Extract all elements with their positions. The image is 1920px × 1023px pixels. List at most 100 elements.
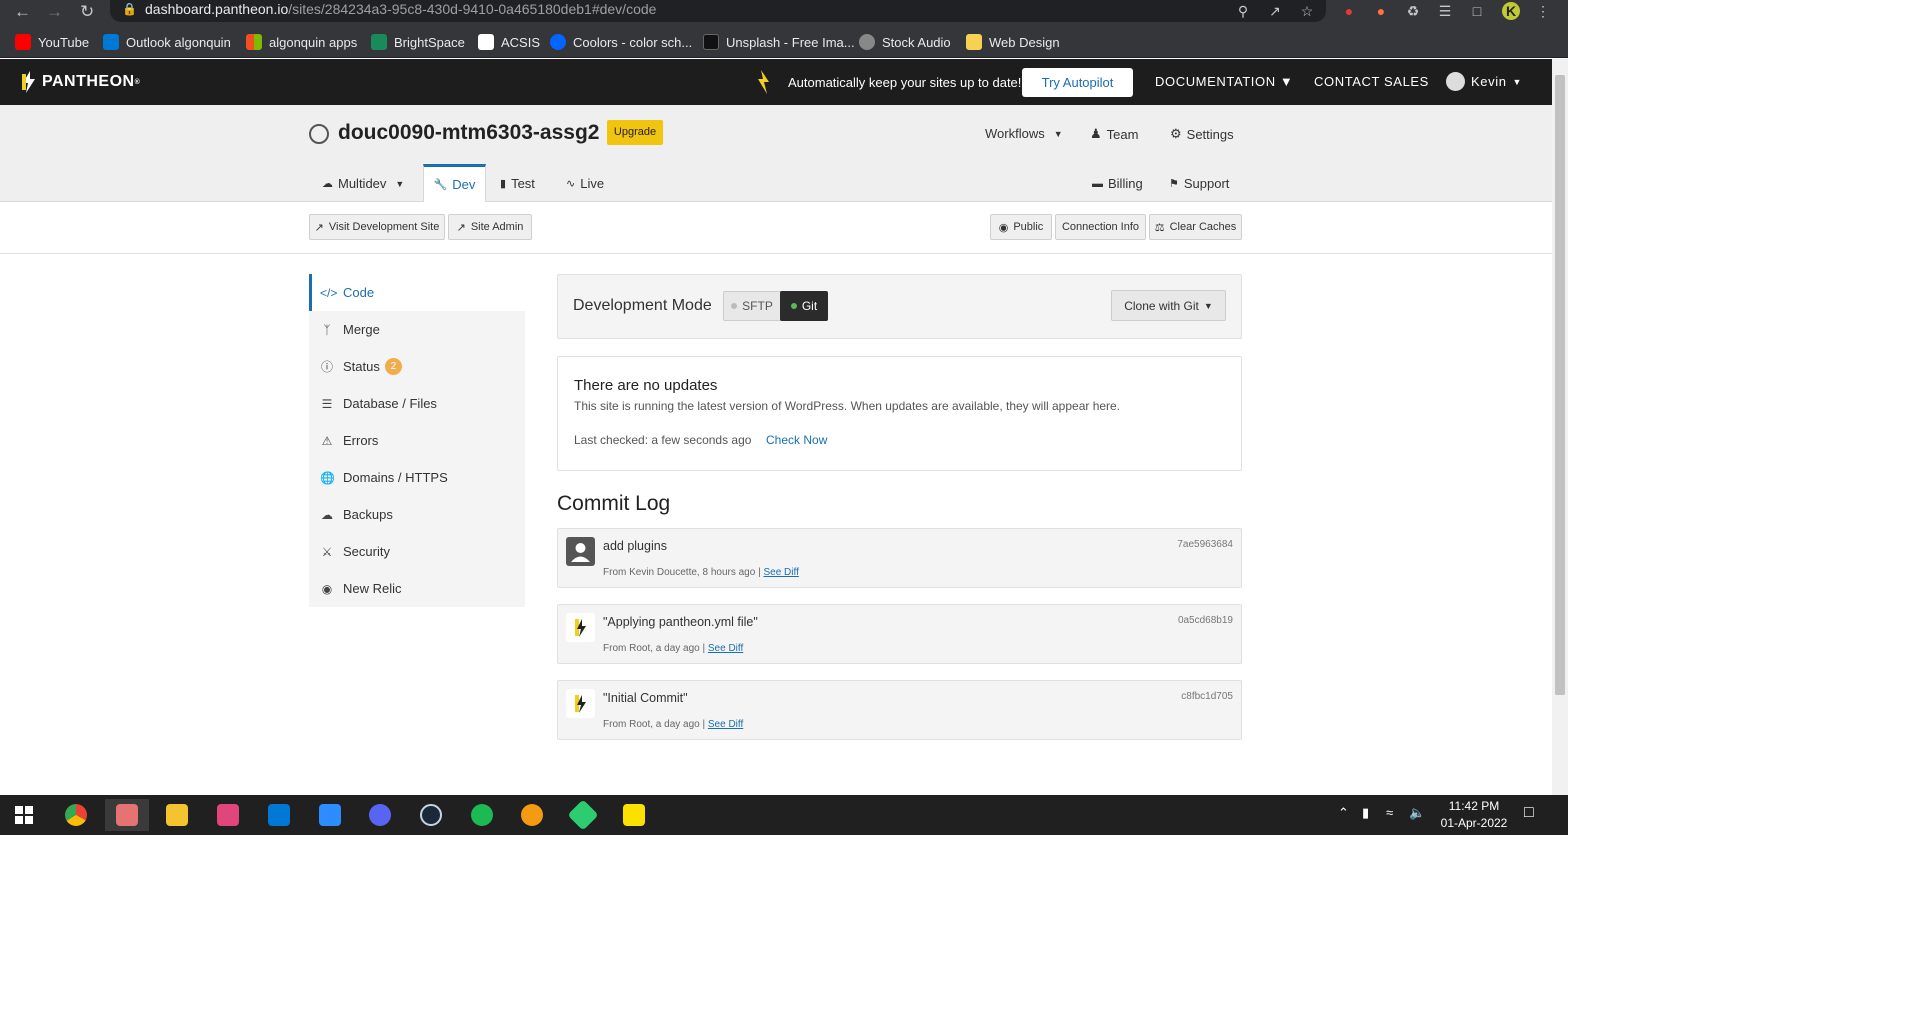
url-path: /sites/284234a3-95c8-430d-9410-0a465180d… <box>288 1 657 17</box>
extensions-puzzle-icon[interactable]: ♻ <box>1404 2 1422 20</box>
connection-info-button[interactable]: Connection Info <box>1055 214 1146 240</box>
sftp-option[interactable]: SFTP <box>724 292 780 320</box>
zoom-icon[interactable]: ⚲ <box>1234 2 1252 20</box>
notifications-icon[interactable]: □ <box>1524 804 1534 822</box>
extension-red-icon[interactable]: ● <box>1340 2 1358 20</box>
commit-hash: 0a5cd68b19 <box>1177 615 1233 626</box>
bookmark-star-icon[interactable]: ☆ <box>1298 2 1316 20</box>
taskbar-steam[interactable] <box>409 799 453 831</box>
tab-test[interactable]: ▮ Test <box>500 165 535 202</box>
updates-description: This site is running the latest version … <box>574 399 1121 413</box>
bookmark-stock-audio[interactable]: Stock Audio <box>859 33 951 51</box>
bookmark-label: Coolors - color sch... <box>573 34 693 50</box>
commit-message: "Initial Commit" <box>603 691 688 705</box>
browser-menu-icon[interactable]: ⋮ <box>1534 2 1552 20</box>
workflows-menu[interactable]: Workflows ▼ <box>985 126 1063 141</box>
creative-cloud-icon <box>217 804 239 826</box>
see-diff-link[interactable]: See Diff <box>708 719 743 730</box>
chevron-down-icon: ▼ <box>1512 76 1523 87</box>
scrollbar-thumb[interactable] <box>1555 75 1565 695</box>
team-link[interactable]: ♟ Team <box>1090 126 1138 142</box>
share-icon[interactable]: ↗ <box>1266 2 1284 20</box>
see-diff-link[interactable]: See Diff <box>763 567 798 578</box>
tab-dev[interactable]: 🔧 Dev <box>423 164 486 202</box>
back-icon[interactable]: ← <box>14 2 31 22</box>
tab-multidev[interactable]: ☁ Multidev ▼ <box>322 165 404 202</box>
settings-link[interactable]: ⚙ Settings <box>1170 126 1234 142</box>
site-title: douc0090-mtm6303-assg2 <box>338 121 600 144</box>
sidebar-item-errors[interactable]: ⚠ Errors <box>309 422 525 459</box>
visit-development-site-button[interactable]: ↗ Visit Development Site <box>309 214 445 240</box>
sidebar-item-database-files[interactable]: ☰ Database / Files <box>309 385 525 422</box>
upgrade-button[interactable]: Upgrade <box>607 120 663 145</box>
taskbar-zoom[interactable] <box>308 799 352 831</box>
forward-icon[interactable]: → <box>46 2 63 22</box>
eye-icon: ◉ <box>321 581 333 596</box>
taskbar-sticky-notes[interactable] <box>612 799 656 831</box>
team-icon: ♟ <box>1090 126 1102 141</box>
billing-link[interactable]: ▬ Billing <box>1092 176 1143 191</box>
tab-live[interactable]: ∿ Live <box>566 165 604 202</box>
reload-icon[interactable]: ↻ <box>80 2 94 22</box>
sidebar-item-code[interactable]: </> Code <box>309 274 525 311</box>
windows-taskbar: ⌃ ▮ ≈ 🔈 11:42 PM 01-Apr-2022 □ <box>0 795 1568 835</box>
wifi-icon[interactable]: ≈ <box>1386 805 1393 820</box>
taskbar-app-green[interactable] <box>561 799 605 831</box>
taskbar-vscode[interactable] <box>257 799 301 831</box>
sidebar-item-backups[interactable]: ☁ Backups <box>309 496 525 533</box>
start-button[interactable] <box>2 799 46 831</box>
side-panel-icon[interactable]: □ <box>1468 2 1486 20</box>
stock-audio-icon <box>859 34 875 50</box>
chrome-icon <box>65 804 87 826</box>
taskbar-chrome[interactable] <box>54 799 98 831</box>
taskbar-file-explorer[interactable] <box>155 799 199 831</box>
bookmark-youtube[interactable]: YouTube <box>15 33 89 51</box>
documentation-label: DOCUMENTATION <box>1155 74 1276 89</box>
bookmark-acsis[interactable]: ACSIS <box>478 33 540 51</box>
bookmark-unsplash[interactable]: Unsplash - Free Ima... <box>703 33 855 51</box>
taskbar-creative-cloud[interactable] <box>206 799 250 831</box>
bookmark-coolors[interactable]: Coolors - color sch... <box>550 33 692 51</box>
try-autopilot-button[interactable]: Try Autopilot <box>1022 68 1133 97</box>
check-now-link[interactable]: Check Now <box>766 433 827 447</box>
sidebar-item-domains-https[interactable]: 🌐 Domains / HTTPS <box>309 459 525 496</box>
bookmark-brightspace[interactable]: BrightSpace <box>371 33 465 51</box>
clone-with-git-button[interactable]: Clone with Git ▼ <box>1111 290 1226 321</box>
profile-avatar[interactable]: K <box>1502 2 1520 20</box>
bookmark-algonquin-apps[interactable]: algonquin apps <box>246 33 357 51</box>
sidebar-item-new-relic[interactable]: ◉ New Relic <box>309 570 525 607</box>
extension-orange-icon[interactable]: ● <box>1372 2 1390 20</box>
address-bar[interactable]: 🔒 dashboard.pantheon.io/sites/284234a3-9… <box>110 0 1326 22</box>
page-scrollbar[interactable] <box>1552 59 1568 795</box>
public-button[interactable]: ◉ Public <box>990 214 1052 240</box>
documentation-menu[interactable]: DOCUMENTATION ▼ <box>1155 74 1293 89</box>
coolors-icon <box>550 34 566 50</box>
reading-list-icon[interactable]: ☰ <box>1436 2 1454 20</box>
see-diff-link[interactable]: See Diff <box>708 643 743 654</box>
pantheon-logo[interactable]: PANTHEON ® <box>22 71 140 93</box>
sidebar-item-label: Errors <box>343 433 379 448</box>
taskbar-clock[interactable]: 11:42 PM 01-Apr-2022 <box>1424 798 1524 832</box>
user-menu[interactable]: Kevin ▼ <box>1446 72 1522 91</box>
sidebar-item-merge[interactable]: ᛉ Merge <box>309 311 525 348</box>
contact-sales-link[interactable]: CONTACT SALES <box>1314 74 1429 89</box>
chevron-up-icon[interactable]: ⌃ <box>1338 805 1349 821</box>
taskbar-medal[interactable] <box>510 799 554 831</box>
taskbar-app-active[interactable] <box>105 799 149 831</box>
volume-icon[interactable]: 🔈 <box>1409 805 1425 821</box>
support-link[interactable]: ⚑ Support <box>1169 176 1229 191</box>
clear-caches-button[interactable]: ⚖ Clear Caches <box>1149 214 1242 240</box>
youtube-icon <box>15 34 31 50</box>
sidebar-item-security[interactable]: ⚔ Security <box>309 533 525 570</box>
battery-icon[interactable]: ▮ <box>1362 805 1369 821</box>
taskbar-discord[interactable] <box>358 799 402 831</box>
taskbar-spotify[interactable] <box>460 799 504 831</box>
bookmark-web-design[interactable]: Web Design <box>966 33 1060 51</box>
sidebar-item-status[interactable]: ⓘ Status 2 <box>309 348 525 385</box>
button-label: Visit Development Site <box>328 221 440 233</box>
chevron-down-icon: ▼ <box>1203 300 1213 311</box>
site-admin-button[interactable]: ↗ Site Admin <box>448 214 532 240</box>
bookmark-outlook[interactable]: Outlook algonquin <box>103 33 231 51</box>
sticky-notes-icon <box>623 804 645 826</box>
git-option[interactable]: Git <box>780 291 828 321</box>
